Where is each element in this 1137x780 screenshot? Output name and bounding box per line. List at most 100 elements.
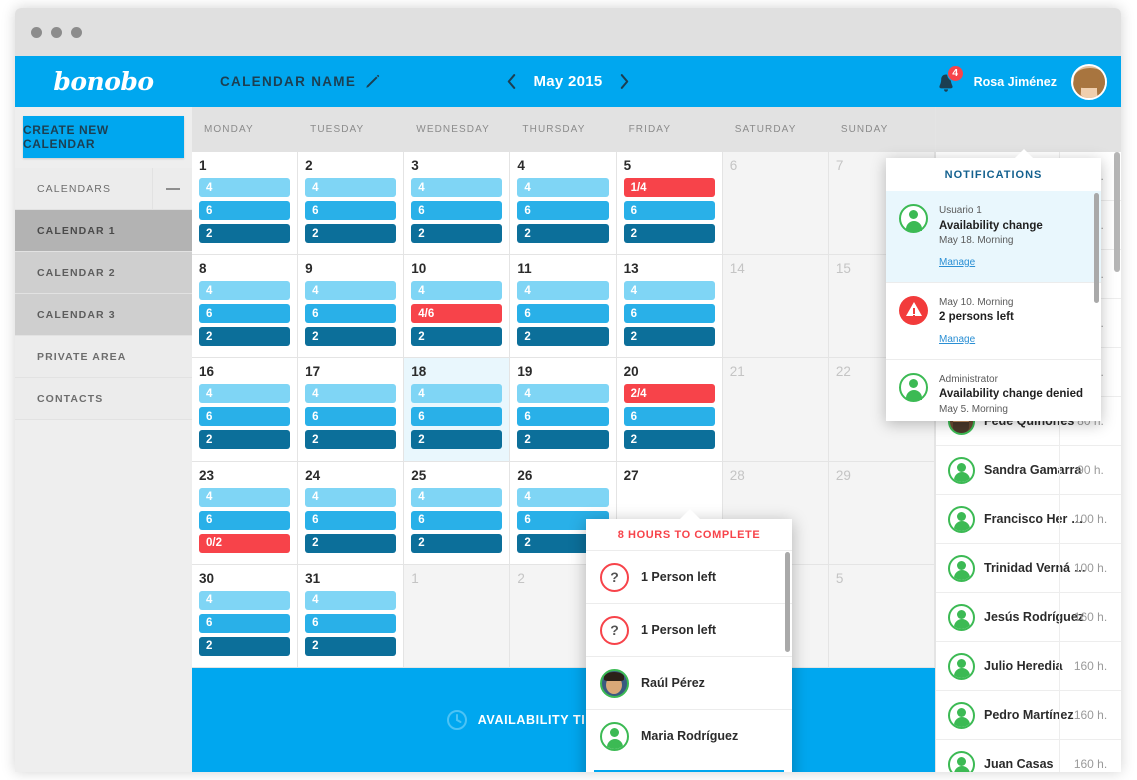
shift-slot[interactable]: 4 [305, 487, 397, 507]
shift-slot[interactable]: 4 [411, 384, 503, 404]
shift-slot[interactable]: 2 [517, 224, 609, 243]
shift-slot[interactable]: 2 [411, 533, 503, 553]
minus-icon[interactable] [152, 168, 192, 210]
shift-slot[interactable]: 6 [199, 201, 291, 220]
day-cell-24[interactable]: 24 4 6 2 [298, 461, 405, 565]
shift-slot[interactable]: 2 [199, 636, 291, 656]
shift-slot[interactable]: 2 [623, 430, 715, 450]
shift-slot[interactable]: 2 [623, 327, 715, 347]
day-cell-1[interactable]: 1 [404, 564, 511, 669]
shift-slot[interactable]: 6 [199, 510, 291, 530]
day-cell-13[interactable]: 13 4 6 2 [616, 255, 723, 359]
sidebar-item-calendar-1[interactable]: CALENDAR 1 [15, 210, 192, 252]
day-cell-4[interactable]: 4 4 6 2 [510, 152, 617, 256]
shift-slot[interactable]: 2 [411, 224, 503, 243]
shift-slot[interactable]: 6 [411, 407, 503, 427]
day-cell-9[interactable]: 9 4 6 2 [298, 255, 405, 359]
shift-slot[interactable]: 6 [305, 304, 397, 324]
shift-slot[interactable]: 6 [305, 407, 397, 427]
shift-slot[interactable]: 4 [199, 178, 291, 197]
people-list-item[interactable]: Pedro Martínez 160 h. [936, 691, 1121, 740]
shift-slot[interactable]: 4 [411, 178, 503, 197]
shift-slot[interactable]: 4 [517, 487, 609, 507]
day-cell-19[interactable]: 19 4 6 2 [510, 358, 617, 462]
day-cell-17[interactable]: 17 4 6 2 [298, 358, 405, 462]
shift-slot[interactable]: 2 [199, 224, 291, 243]
day-popup-row[interactable]: ? 1 Person left [586, 603, 792, 656]
shift-slot[interactable]: 4/6 [411, 304, 503, 324]
shift-slot[interactable]: 4 [517, 384, 609, 404]
day-popup-row[interactable]: ? 1 Person left [586, 550, 792, 603]
shift-slot[interactable]: 6 [623, 304, 715, 324]
notifications-scrollbar[interactable] [1094, 193, 1099, 303]
shift-slot[interactable]: 2 [305, 327, 397, 347]
shift-slot[interactable]: 2 [305, 636, 397, 656]
shift-slot[interactable]: 2 [305, 430, 397, 450]
sidebar-item-calendar-2[interactable]: CALENDAR 2 [15, 252, 192, 294]
day-cell-6[interactable]: 6 [722, 152, 829, 256]
day-cell-25[interactable]: 25 4 6 2 [404, 461, 511, 565]
shift-slot[interactable]: 4 [411, 487, 503, 507]
notification-link[interactable]: Manage [939, 334, 975, 345]
shift-slot[interactable]: 2 [305, 533, 397, 553]
shift-slot[interactable]: 4 [623, 281, 715, 301]
day-popup-scrollbar[interactable] [785, 552, 790, 652]
sidebar-item-private-area[interactable]: PRIVATE AREA [15, 336, 192, 378]
shift-slot[interactable]: 1/4 [623, 178, 715, 197]
shift-slot[interactable]: 4 [305, 178, 397, 197]
shift-slot[interactable]: 4 [199, 384, 291, 404]
shift-slot[interactable]: 4 [411, 281, 503, 301]
shift-slot[interactable]: 2 [411, 327, 503, 347]
notification-item[interactable]: Usuario 1 Availability change May 18. Morn… [886, 191, 1101, 283]
window-dot-close[interactable] [31, 26, 42, 38]
day-cell-21[interactable]: 21 [722, 358, 829, 462]
shift-slot[interactable]: 4 [305, 384, 397, 404]
people-list-item[interactable]: Juan Casas 160 h. [936, 740, 1121, 772]
shift-slot[interactable]: 6 [411, 201, 503, 220]
day-cell-8[interactable]: 8 4 6 2 [192, 255, 299, 359]
day-cell-5[interactable]: 5 1/4 6 2 [616, 152, 723, 256]
shift-slot[interactable]: 6 [517, 407, 609, 427]
day-cell-30[interactable]: 30 4 6 2 [192, 564, 299, 669]
view-day-detail-button[interactable]: VIEW DAY DETAIL [594, 770, 784, 772]
sidebar-item-contacts[interactable]: CONTACTS [15, 378, 192, 420]
day-cell-29[interactable]: 29 [828, 461, 935, 565]
window-dot-minimize[interactable] [51, 26, 62, 38]
shift-slot[interactable]: 6 [199, 407, 291, 427]
calendar-name[interactable]: CALENDAR NAME [220, 74, 380, 89]
day-cell-10[interactable]: 10 4 4/6 2 [404, 255, 511, 359]
shift-slot[interactable]: 6 [305, 613, 397, 633]
day-cell-20[interactable]: 20 2/4 6 2 [616, 358, 723, 462]
people-list-item[interactable]: Francisco Her … 100 h. [936, 495, 1121, 544]
shift-slot[interactable]: 2 [623, 224, 715, 243]
chevron-right-icon[interactable] [619, 73, 630, 90]
chevron-left-icon[interactable] [506, 73, 517, 90]
notification-item[interactable]: May 10. Morning 2 persons left Manage [886, 282, 1101, 360]
day-popup-row[interactable]: Maria Rodríguez [586, 709, 792, 762]
people-list-item[interactable]: Jesús Rodríguez 160 h. [936, 593, 1121, 642]
shift-slot[interactable]: 6 [517, 304, 609, 324]
brand-logo[interactable]: bonobo [15, 56, 192, 107]
shift-slot[interactable]: 6 [305, 201, 397, 220]
day-cell-5[interactable]: 5 [828, 564, 935, 669]
day-cell-14[interactable]: 14 [722, 255, 829, 359]
day-cell-1[interactable]: 1 4 6 2 [192, 152, 299, 256]
day-cell-31[interactable]: 31 4 6 2 [298, 564, 405, 669]
notification-link[interactable]: Manage [939, 257, 975, 268]
shift-slot[interactable]: 2 [305, 224, 397, 243]
avatar[interactable] [1071, 63, 1107, 100]
people-list-item[interactable]: Trinidad Verná … 100 h. [936, 544, 1121, 593]
day-cell-3[interactable]: 3 4 6 2 [404, 152, 511, 256]
shift-slot[interactable]: 6 [199, 613, 291, 633]
people-list-item[interactable]: Julio Heredia 160 h. [936, 642, 1121, 691]
shift-slot[interactable]: 2 [199, 430, 291, 450]
username-label[interactable]: Rosa Jiménez [974, 75, 1057, 89]
shift-slot[interactable]: 2 [411, 430, 503, 450]
day-cell-2[interactable]: 2 4 6 2 [298, 152, 405, 256]
notification-item[interactable]: Administrator Availability change denied M… [886, 359, 1101, 421]
shift-slot[interactable]: 6 [623, 201, 715, 220]
shift-slot[interactable]: 0/2 [199, 533, 291, 553]
day-cell-16[interactable]: 16 4 6 2 [192, 358, 299, 462]
sidebar-item-calendar-3[interactable]: CALENDAR 3 [15, 294, 192, 336]
day-cell-18[interactable]: 18 4 6 2 [404, 358, 511, 462]
